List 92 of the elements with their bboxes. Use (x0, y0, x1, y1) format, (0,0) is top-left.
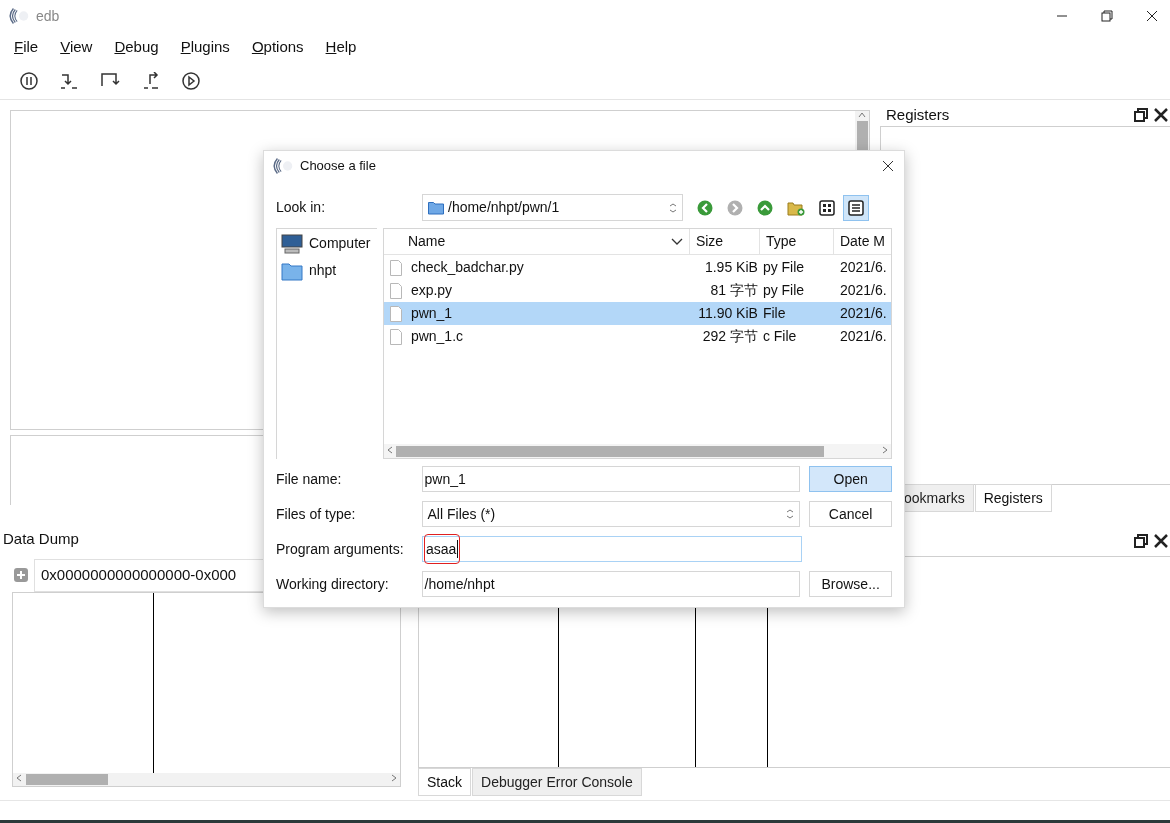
file-row[interactable]: pwn_1.c 292 字节 c File 2021/6. (383, 325, 891, 348)
list-view-button[interactable] (843, 194, 869, 221)
type-combo[interactable]: All Files (*) (421, 501, 801, 527)
scroll-right-icon (881, 446, 889, 456)
place-item[interactable]: nhpt (277, 260, 377, 281)
step-out-icon[interactable] (142, 71, 160, 90)
scroll-right-icon (390, 774, 398, 784)
column-header[interactable]: Size (689, 229, 760, 254)
file-name: pwn_1.c (410, 327, 464, 346)
column-header[interactable]: Type (759, 229, 834, 254)
dock-title: Registers (886, 104, 950, 125)
menu-item[interactable]: View (60, 35, 93, 59)
grid-view-icon[interactable] (819, 199, 835, 216)
scroll-left-icon (385, 446, 394, 456)
field-label: Program arguments: (276, 539, 405, 559)
file-size: 292 字节 (701, 327, 759, 346)
file-date: 2021/6. (838, 327, 888, 346)
close-icon[interactable] (882, 160, 894, 172)
file-size: 1.95 KiB (703, 258, 759, 277)
window-title: edb (36, 6, 60, 26)
menu-item[interactable]: Options (251, 35, 304, 59)
field-label: File name: (276, 469, 343, 489)
path-combo[interactable]: /home/nhpt/pwn/1 (422, 194, 683, 221)
scrollbar-thumb[interactable] (856, 121, 868, 151)
file-row[interactable]: check_badchar.py 1.95 KiB py File 2021/6. (383, 256, 891, 279)
highlight-box: asaa (424, 534, 461, 564)
back-icon[interactable] (697, 199, 713, 216)
dock-title: Data Dump (3, 529, 79, 549)
file-icon (388, 328, 403, 345)
menu-item[interactable]: Debug (114, 35, 159, 59)
dialog-button[interactable]: Cancel (809, 501, 892, 527)
horizontal-scrollbar[interactable] (13, 772, 400, 786)
input-field[interactable]: asaa (422, 536, 802, 562)
tab[interactable]: Registers (974, 484, 1052, 512)
close-icon[interactable] (1146, 10, 1158, 22)
file-name: pwn_1 (410, 304, 453, 323)
file-row[interactable]: exp.py 81 字节 py File 2021/6. (383, 279, 891, 302)
column-header[interactable]: Name (383, 229, 690, 254)
horizontal-scrollbar[interactable] (383, 444, 891, 458)
dialog-button[interactable]: Open (809, 466, 892, 492)
column-header[interactable]: Date M (833, 229, 891, 254)
input-field[interactable]: pwn_1 (421, 466, 801, 492)
file-date: 2021/6. (838, 258, 888, 277)
dialog-button[interactable]: Browse... (809, 571, 892, 597)
menu-item[interactable]: Help (325, 35, 357, 59)
file-row[interactable]: pwn_1 11.90 KiB File 2021/6. (383, 302, 891, 325)
scrollbar-thumb[interactable] (395, 445, 824, 457)
restore-icon[interactable] (1101, 10, 1113, 22)
float-icon[interactable] (1134, 533, 1148, 548)
place-label: Computer (309, 234, 371, 253)
folder-icon (428, 200, 444, 215)
list-view-icon (848, 199, 864, 216)
step-into-icon[interactable] (60, 71, 78, 90)
pause-icon[interactable] (20, 71, 38, 90)
file-date: 2021/6. (838, 304, 888, 323)
file-name: exp.py (410, 281, 453, 300)
sort-chevron-icon (670, 237, 683, 246)
spin-icon (669, 202, 677, 213)
tab[interactable]: Debugger Error Console (472, 768, 642, 796)
tab[interactable]: Stack (418, 768, 471, 796)
scroll-left-icon (15, 774, 23, 784)
field-label: Working directory: (276, 574, 390, 594)
input-field[interactable]: /home/nhpt (421, 571, 801, 597)
file-size: 81 字节 (709, 281, 759, 300)
menu-item[interactable]: Plugins (180, 35, 230, 59)
file-size: 11.90 KiB (697, 304, 759, 323)
computer-icon (281, 233, 303, 254)
float-icon[interactable] (1134, 108, 1148, 122)
place-label: nhpt (309, 261, 337, 280)
scrollbar-thumb[interactable] (26, 773, 108, 785)
up-icon[interactable] (757, 199, 773, 216)
spin-icon (786, 509, 795, 519)
new-folder-icon[interactable] (787, 199, 805, 216)
close-icon[interactable] (1154, 108, 1168, 122)
file-icon (388, 259, 403, 276)
place-item[interactable]: Computer (277, 233, 377, 254)
file-date: 2021/6. (838, 281, 888, 300)
file-type: c File (761, 327, 798, 346)
field-label: Files of type: (276, 504, 357, 524)
menu-item[interactable]: File (14, 35, 39, 59)
folder-icon (281, 260, 303, 281)
look-in-label: Look in: (276, 198, 327, 217)
file-icon (388, 282, 403, 299)
file-type: File (761, 304, 787, 323)
file-icon (388, 305, 403, 322)
file-type: py File (761, 281, 806, 300)
dialog-title: Choose a file (300, 157, 376, 176)
add-tab-icon[interactable] (14, 568, 28, 582)
file-type: py File (761, 258, 806, 277)
run-icon[interactable] (182, 71, 200, 90)
file-name: check_badchar.py (410, 258, 524, 277)
close-icon[interactable] (1154, 533, 1168, 548)
